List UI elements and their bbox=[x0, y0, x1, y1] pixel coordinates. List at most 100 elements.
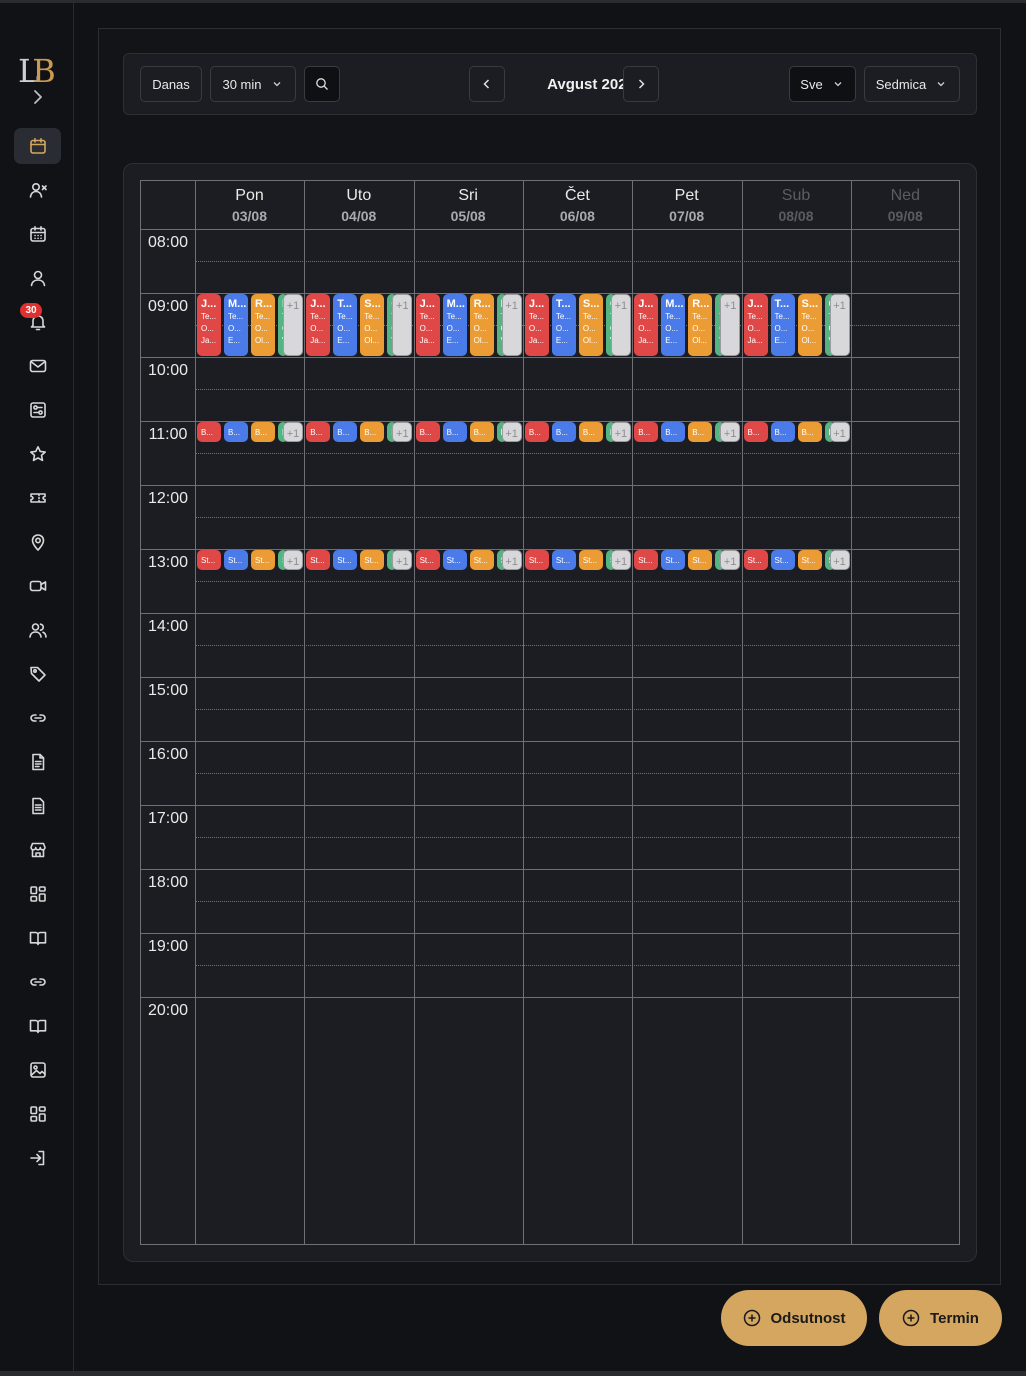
appointment-event[interactable]: B... bbox=[770, 422, 795, 442]
sidebar-item-link[interactable] bbox=[14, 700, 61, 736]
sidebar-item-layout-grid[interactable] bbox=[14, 876, 61, 912]
day-header[interactable]: Pet 07/08 bbox=[632, 181, 741, 229]
more-events-button[interactable]: +1 bbox=[392, 550, 413, 570]
today-button[interactable]: Danas bbox=[140, 66, 202, 102]
appointment-event[interactable]: B... bbox=[224, 422, 248, 442]
appointment-event[interactable]: B... bbox=[360, 422, 385, 442]
day-header[interactable]: Uto 04/08 bbox=[304, 181, 413, 229]
sidebar-item-image[interactable] bbox=[14, 1052, 61, 1088]
expand-sidebar-chevron-icon[interactable] bbox=[28, 87, 48, 107]
more-events-button[interactable]: +1 bbox=[720, 294, 741, 356]
appointment-event[interactable]: St... bbox=[551, 550, 576, 570]
appointment-event[interactable]: M... Te... O... E... bbox=[661, 294, 686, 356]
more-events-button[interactable]: +1 bbox=[720, 550, 741, 570]
sidebar-item-file-text[interactable] bbox=[14, 744, 61, 780]
appointment-event[interactable]: B... bbox=[797, 422, 822, 442]
day-header[interactable]: Ned 09/08 bbox=[851, 181, 960, 229]
more-events-button[interactable]: +1 bbox=[501, 550, 522, 570]
filter-select[interactable]: Sve bbox=[789, 66, 856, 102]
sidebar-item-calendar-days[interactable] bbox=[14, 216, 61, 252]
appointment-event[interactable]: St... bbox=[224, 550, 248, 570]
appointment-event[interactable]: St... bbox=[251, 550, 275, 570]
next-month-button[interactable] bbox=[623, 66, 659, 102]
more-events-button[interactable]: +1 bbox=[501, 422, 522, 442]
day-header[interactable]: Sri 05/08 bbox=[414, 181, 523, 229]
more-events-button[interactable]: +1 bbox=[501, 294, 522, 356]
appointment-event[interactable]: J... Te... O... Ja... bbox=[415, 294, 440, 356]
sidebar-item-file-lines[interactable] bbox=[14, 788, 61, 824]
appointment-event[interactable]: B... bbox=[634, 422, 659, 442]
appointment-event[interactable]: St... bbox=[197, 550, 221, 570]
sidebar-item-log-in[interactable] bbox=[14, 1140, 61, 1176]
appointment-event[interactable]: St... bbox=[524, 550, 549, 570]
appointment-event[interactable]: S... Te... O... Ol... bbox=[797, 294, 822, 356]
more-events-button[interactable]: +1 bbox=[283, 294, 303, 356]
appointment-event[interactable]: S... Te... O... Ol... bbox=[360, 294, 385, 356]
appointment-event[interactable]: St... bbox=[634, 550, 659, 570]
sidebar-item-users[interactable] bbox=[14, 612, 61, 648]
search-button[interactable] bbox=[304, 66, 340, 102]
appointment-event[interactable]: St... bbox=[578, 550, 603, 570]
appointment-event[interactable]: B... bbox=[415, 422, 440, 442]
appointment-event[interactable]: B... bbox=[197, 422, 221, 442]
appointment-event[interactable]: R... Te... O... Ol... bbox=[469, 294, 494, 356]
sidebar-item-star[interactable] bbox=[14, 436, 61, 472]
add-appointment-button[interactable]: Termin bbox=[879, 1290, 1002, 1346]
appointment-event[interactable]: B... bbox=[661, 422, 686, 442]
prev-month-button[interactable] bbox=[469, 66, 505, 102]
sidebar-item-calendar[interactable] bbox=[14, 128, 61, 164]
appointment-event[interactable]: R... Te... O... Ol... bbox=[688, 294, 713, 356]
sidebar-item-ticket[interactable] bbox=[14, 480, 61, 516]
appointment-event[interactable]: B... bbox=[524, 422, 549, 442]
sidebar-item-mail[interactable] bbox=[14, 348, 61, 384]
more-events-button[interactable]: +1 bbox=[610, 294, 631, 356]
sidebar-item-book-open[interactable] bbox=[14, 920, 61, 956]
more-events-button[interactable]: +1 bbox=[392, 422, 413, 442]
more-events-button[interactable]: +1 bbox=[720, 422, 741, 442]
appointment-event[interactable]: B... bbox=[251, 422, 275, 442]
day-header[interactable]: Sub 08/08 bbox=[742, 181, 851, 229]
appointment-event[interactable]: St... bbox=[770, 550, 795, 570]
more-events-button[interactable]: +1 bbox=[392, 294, 413, 356]
appointment-event[interactable]: B... bbox=[442, 422, 467, 442]
appointment-event[interactable]: St... bbox=[743, 550, 768, 570]
appointment-event[interactable]: M... Te... O... E... bbox=[224, 294, 248, 356]
add-absence-button[interactable]: Odsutnost bbox=[721, 1290, 867, 1346]
sidebar-item-store[interactable] bbox=[14, 832, 61, 868]
day-header[interactable]: Pon 03/08 bbox=[195, 181, 304, 229]
appointment-event[interactable]: B... bbox=[469, 422, 494, 442]
more-events-button[interactable]: +1 bbox=[283, 422, 303, 442]
more-events-button[interactable]: +1 bbox=[283, 550, 303, 570]
sidebar-item-user-x[interactable] bbox=[14, 172, 61, 208]
sidebar-item-tag[interactable] bbox=[14, 656, 61, 692]
brand-logo[interactable]: LB bbox=[18, 53, 58, 89]
more-events-button[interactable]: +1 bbox=[829, 422, 850, 442]
appointment-event[interactable]: J... Te... O... Ja... bbox=[524, 294, 549, 356]
sidebar-item-layout-grid[interactable] bbox=[14, 1096, 61, 1132]
more-events-button[interactable]: +1 bbox=[610, 550, 631, 570]
appointment-event[interactable]: T... Te... O... E... bbox=[770, 294, 795, 356]
view-select[interactable]: Sedmica bbox=[864, 66, 960, 102]
sidebar-item-link[interactable] bbox=[14, 964, 61, 1000]
appointment-event[interactable]: B... bbox=[551, 422, 576, 442]
appointment-event[interactable]: St... bbox=[415, 550, 440, 570]
more-events-button[interactable]: +1 bbox=[829, 294, 850, 356]
sidebar-item-video[interactable] bbox=[14, 568, 61, 604]
appointment-event[interactable]: J... Te... O... Ja... bbox=[634, 294, 659, 356]
interval-select[interactable]: 30 min bbox=[210, 66, 296, 102]
appointment-event[interactable]: St... bbox=[333, 550, 358, 570]
sidebar-item-user[interactable] bbox=[14, 260, 61, 296]
appointment-event[interactable]: J... Te... O... Ja... bbox=[743, 294, 768, 356]
sidebar-item-bell[interactable]: 30 bbox=[14, 303, 61, 340]
sidebar-item-sliders[interactable] bbox=[14, 392, 61, 428]
appointment-event[interactable]: St... bbox=[661, 550, 686, 570]
appointment-event[interactable]: St... bbox=[469, 550, 494, 570]
appointment-event[interactable]: St... bbox=[442, 550, 467, 570]
appointment-event[interactable]: T... Te... O... E... bbox=[333, 294, 358, 356]
appointment-event[interactable]: J... Te... O... Ja... bbox=[197, 294, 221, 356]
appointment-event[interactable]: J... Te... O... Ja... bbox=[306, 294, 331, 356]
appointment-event[interactable]: B... bbox=[333, 422, 358, 442]
appointment-event[interactable]: St... bbox=[797, 550, 822, 570]
sidebar-item-book-open[interactable] bbox=[14, 1008, 61, 1044]
appointment-event[interactable]: R... Te... O... Ol... bbox=[251, 294, 275, 356]
